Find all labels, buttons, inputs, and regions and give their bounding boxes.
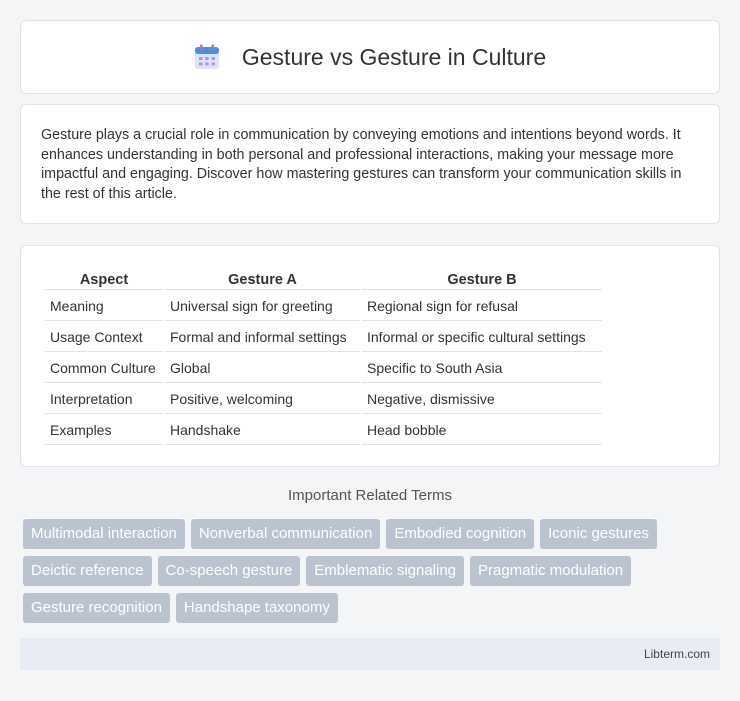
term-tag[interactable]: Gesture recognition: [23, 593, 170, 623]
table-cell: Global: [165, 354, 360, 383]
term-tag[interactable]: Deictic reference: [23, 556, 152, 586]
footer: Libterm.com: [20, 638, 720, 670]
table-cell: Regional sign for refusal: [362, 292, 602, 321]
table-row: Common Culture Global Specific to South …: [45, 354, 602, 383]
term-tag[interactable]: Pragmatic modulation: [470, 556, 632, 586]
table-row: Examples Handshake Head bobble: [45, 416, 602, 445]
table-cell: Handshake: [165, 416, 360, 445]
related-terms-list: Multimodal interaction Nonverbal communi…: [23, 519, 723, 630]
column-header-gesture-b: Gesture B: [362, 270, 602, 290]
table-cell: Informal or specific cultural settings: [362, 323, 602, 352]
term-tag[interactable]: Multimodal interaction: [23, 519, 185, 549]
header-card: Gesture vs Gesture in Culture: [20, 20, 720, 94]
table-row: Usage Context Formal and informal settin…: [45, 323, 602, 352]
intro-card: Gesture plays a crucial role in communic…: [20, 104, 720, 224]
table-cell: Negative, dismissive: [362, 385, 602, 414]
comparison-table-card: Aspect Gesture A Gesture B Meaning Unive…: [20, 245, 720, 467]
table-cell: Specific to South Asia: [362, 354, 602, 383]
term-tag[interactable]: Co-speech gesture: [157, 556, 301, 586]
term-tag[interactable]: Emblematic signaling: [306, 556, 465, 586]
table-cell: Head bobble: [362, 416, 602, 445]
comparison-table: Aspect Gesture A Gesture B Meaning Unive…: [43, 268, 604, 447]
term-tag[interactable]: Nonverbal communication: [190, 519, 381, 549]
table-row: Meaning Universal sign for greeting Regi…: [45, 292, 602, 321]
term-tag[interactable]: Embodied cognition: [386, 519, 535, 549]
table-cell: Meaning: [45, 292, 163, 321]
table-cell: Usage Context: [45, 323, 163, 352]
table-cell: Positive, welcoming: [165, 385, 360, 414]
column-header-aspect: Aspect: [45, 270, 163, 290]
table-header-row: Aspect Gesture A Gesture B: [45, 270, 602, 290]
table-row: Interpretation Positive, welcoming Negat…: [45, 385, 602, 414]
related-terms-title: Important Related Terms: [288, 487, 452, 504]
calendar-icon: [194, 44, 220, 70]
table-cell: Examples: [45, 416, 163, 445]
table-cell: Interpretation: [45, 385, 163, 414]
intro-text: Gesture plays a crucial role in communic…: [41, 127, 682, 202]
table-cell: Universal sign for greeting: [165, 292, 360, 321]
footer-site-link[interactable]: Libterm.com: [644, 647, 710, 661]
table-cell: Common Culture: [45, 354, 163, 383]
page-title: Gesture vs Gesture in Culture: [241, 43, 547, 70]
column-header-gesture-a: Gesture A: [165, 270, 360, 290]
table-cell: Formal and informal settings: [165, 323, 360, 352]
term-tag[interactable]: Handshape taxonomy: [175, 593, 338, 623]
term-tag[interactable]: Iconic gestures: [540, 519, 657, 549]
